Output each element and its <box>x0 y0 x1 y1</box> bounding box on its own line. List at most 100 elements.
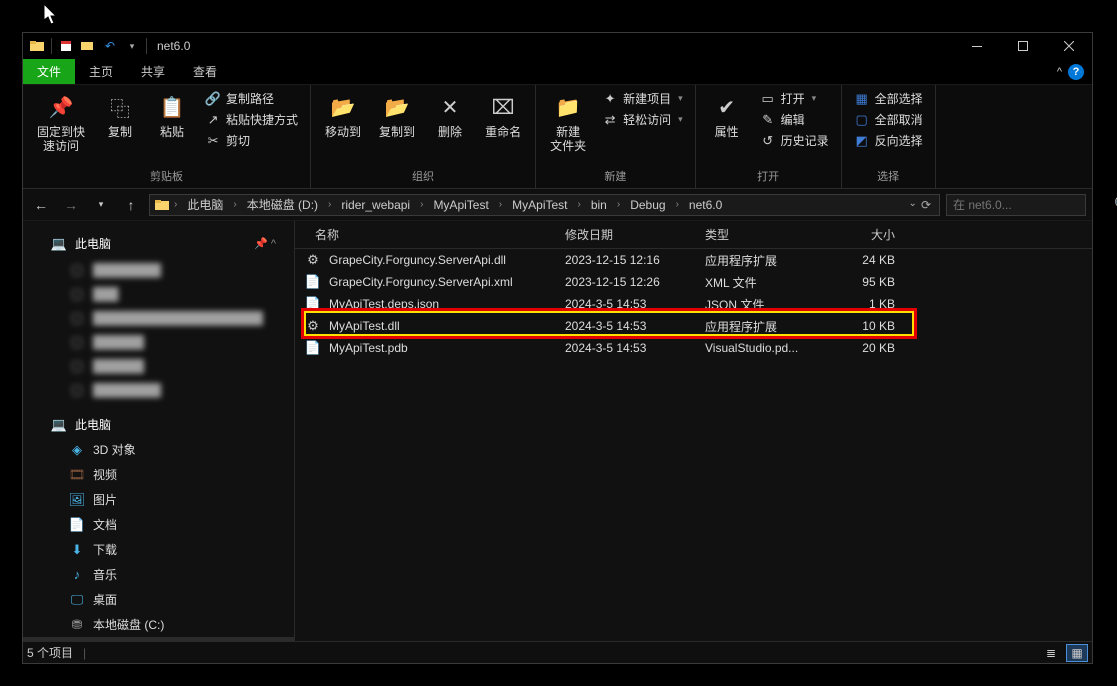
chevron-right-icon[interactable]: › <box>578 199 581 210</box>
qat-undo-icon[interactable]: ↶ <box>102 38 118 54</box>
chevron-right-icon[interactable]: › <box>328 199 331 210</box>
chevron-right-icon[interactable]: › <box>233 199 236 210</box>
open-button[interactable]: ▭打开▾ <box>756 89 833 108</box>
file-row[interactable]: 📄MyApiTest.pdb2024-3-5 14:53VisualStudio… <box>295 337 1092 359</box>
select-all-button[interactable]: ▦全部选择 <box>850 89 927 108</box>
pin-quick-access-button[interactable]: 📌 固定到快 速访问 <box>31 89 91 157</box>
sidebar-item-drive-c[interactable]: ⛃本地磁盘 (C:) <box>23 612 294 637</box>
tab-file[interactable]: 文件 <box>23 59 75 84</box>
chevron-right-icon[interactable]: › <box>420 199 423 210</box>
sidebar-item-this-pc-top[interactable]: 💻 此电脑 <box>51 231 123 256</box>
tab-view[interactable]: 查看 <box>179 59 231 84</box>
recent-dropdown[interactable]: ▾ <box>89 193 113 217</box>
view-large-icons-button[interactable]: ▦ <box>1066 644 1088 662</box>
group-label-organize: 组织 <box>319 166 527 184</box>
sidebar-item-documents[interactable]: 📄文档 <box>23 512 294 537</box>
file-name: GrapeCity.Forguncy.ServerApi.xml <box>329 275 513 289</box>
rename-button[interactable]: ⌧重命名 <box>479 89 527 143</box>
file-row[interactable]: 📄MyApiTest.deps.json2024-3-5 14:53JSON 文… <box>295 293 1092 315</box>
copy-button[interactable]: ⿻ 复制 <box>97 89 143 143</box>
sidebar-item-music[interactable]: ♪音乐 <box>23 562 294 587</box>
col-name[interactable]: 名称 <box>295 226 555 243</box>
copy-path-button[interactable]: 🔗复制路径 <box>201 89 302 108</box>
sidebar-item-redacted[interactable]: ▢███ <box>23 282 294 306</box>
pin-icon[interactable]: 📌 ^ <box>254 237 276 250</box>
file-row[interactable]: ⚙MyApiTest.dll2024-3-5 14:53应用程序扩展10 KB <box>295 315 1092 337</box>
qat-dropdown-icon[interactable]: ▾ <box>124 38 140 54</box>
file-icon: 📄 <box>305 296 321 312</box>
crumb-rider-webapi[interactable]: rider_webapi <box>335 198 416 212</box>
col-type[interactable]: 类型 <box>695 226 815 243</box>
copy-to-button[interactable]: 📂复制到 <box>373 89 421 143</box>
tab-home[interactable]: 主页 <box>75 59 127 84</box>
history-button[interactable]: ↺历史记录 <box>756 131 833 150</box>
properties-button[interactable]: ✔属性 <box>704 89 750 143</box>
sidebar-item-redacted[interactable]: ▢████████████████████ <box>23 306 294 330</box>
crumb-myapitest2[interactable]: MyApiTest <box>506 198 573 212</box>
file-row[interactable]: ⚙GrapeCity.Forguncy.ServerApi.dll2023-12… <box>295 249 1092 271</box>
chevron-right-icon[interactable]: › <box>499 199 502 210</box>
cut-button[interactable]: ✂剪切 <box>201 131 302 150</box>
search-input[interactable] <box>953 198 1108 212</box>
chevron-up-icon[interactable]: ^ <box>1057 66 1062 78</box>
edit-button[interactable]: ✎编辑 <box>756 110 833 129</box>
crumb-myapitest1[interactable]: MyApiTest <box>427 198 494 212</box>
crumb-debug[interactable]: Debug <box>624 198 671 212</box>
forward-button[interactable]: → <box>59 193 83 217</box>
address-bar: ← → ▾ ↑ › 此电脑 › 本地磁盘 (D:) › rider_webapi… <box>23 189 1092 221</box>
crumb-this-pc[interactable]: 此电脑 <box>181 196 229 213</box>
sidebar-item-this-pc[interactable]: 💻此电脑 <box>23 412 294 437</box>
sidebar-item-desktop[interactable]: 🖵桌面 <box>23 587 294 612</box>
file-row[interactable]: 📄GrapeCity.Forguncy.ServerApi.xml2023-12… <box>295 271 1092 293</box>
chevron-right-icon[interactable]: › <box>676 199 679 210</box>
close-button[interactable] <box>1046 33 1092 59</box>
paste-shortcut-button[interactable]: ↗粘贴快捷方式 <box>201 110 302 129</box>
copy-to-icon: 📂 <box>383 93 411 121</box>
sidebar-item-redacted[interactable]: ▢████████ <box>23 258 294 282</box>
col-modified[interactable]: 修改日期 <box>555 226 695 243</box>
sidebar-item-downloads[interactable]: ⬇下载 <box>23 537 294 562</box>
crumb-net60[interactable]: net6.0 <box>683 198 728 212</box>
move-to-button[interactable]: 📂移动到 <box>319 89 367 143</box>
sidebar-item-3d-objects[interactable]: ◈3D 对象 <box>23 437 294 462</box>
sidebar-item-redacted[interactable]: ▢████████ <box>23 378 294 402</box>
maximize-button[interactable] <box>1000 33 1046 59</box>
crumb-drive-d[interactable]: 本地磁盘 (D:) <box>241 196 324 213</box>
sidebar-item-redacted[interactable]: ▢██████ <box>23 354 294 378</box>
col-size[interactable]: 大小 <box>815 226 905 243</box>
view-details-button[interactable]: ≣ <box>1040 644 1062 662</box>
select-all-icon: ▦ <box>854 91 870 107</box>
invert-selection-button[interactable]: ◩反向选择 <box>850 131 927 150</box>
status-item-count: 5 个项目 <box>27 644 73 661</box>
new-item-button[interactable]: ✦新建项目▾ <box>598 89 687 108</box>
tab-share[interactable]: 共享 <box>127 59 179 84</box>
delete-button[interactable]: ✕删除 <box>427 89 473 143</box>
breadcrumb[interactable]: › 此电脑 › 本地磁盘 (D:) › rider_webapi › MyApi… <box>149 194 940 216</box>
ribbon-tabs: 文件 主页 共享 查看 ^ ? <box>23 59 1092 85</box>
qat-newfolder-icon[interactable] <box>80 38 96 54</box>
help-icon[interactable]: ? <box>1068 64 1084 80</box>
easy-access-button[interactable]: ⇄轻松访问▾ <box>598 110 687 129</box>
paste-icon: 📋 <box>158 93 186 121</box>
desktop-icon: 🖵 <box>69 592 85 608</box>
navigation-pane[interactable]: 💻 此电脑 📌 ^ ▢████████ ▢███ ▢██████████████… <box>23 221 295 641</box>
select-none-button[interactable]: ▢全部取消 <box>850 110 927 129</box>
file-icon: ⚙ <box>305 252 321 268</box>
paste-button[interactable]: 📋 粘贴 <box>149 89 195 143</box>
chevron-right-icon[interactable]: › <box>174 199 177 210</box>
file-list[interactable]: ⚙GrapeCity.Forguncy.ServerApi.dll2023-12… <box>295 249 1092 641</box>
sidebar-item-videos[interactable]: 🎞视频 <box>23 462 294 487</box>
new-folder-button[interactable]: 📁新建 文件夹 <box>544 89 592 157</box>
sidebar-item-pictures[interactable]: 🖼图片 <box>23 487 294 512</box>
back-button[interactable]: ← <box>29 193 53 217</box>
column-header[interactable]: 名称 修改日期 类型 大小 <box>295 221 1092 249</box>
search-box[interactable]: 🔍 <box>946 194 1086 216</box>
sidebar-item-redacted[interactable]: ▢██████ <box>23 330 294 354</box>
crumb-bin[interactable]: bin <box>585 198 613 212</box>
chevron-right-icon[interactable]: › <box>617 199 620 210</box>
up-button[interactable]: ↑ <box>119 193 143 217</box>
minimize-button[interactable] <box>954 33 1000 59</box>
qat-properties-icon[interactable] <box>58 38 74 54</box>
address-dropdown-icon[interactable]: ⌄ <box>909 198 917 212</box>
refresh-icon[interactable]: ⟳ <box>921 198 931 212</box>
